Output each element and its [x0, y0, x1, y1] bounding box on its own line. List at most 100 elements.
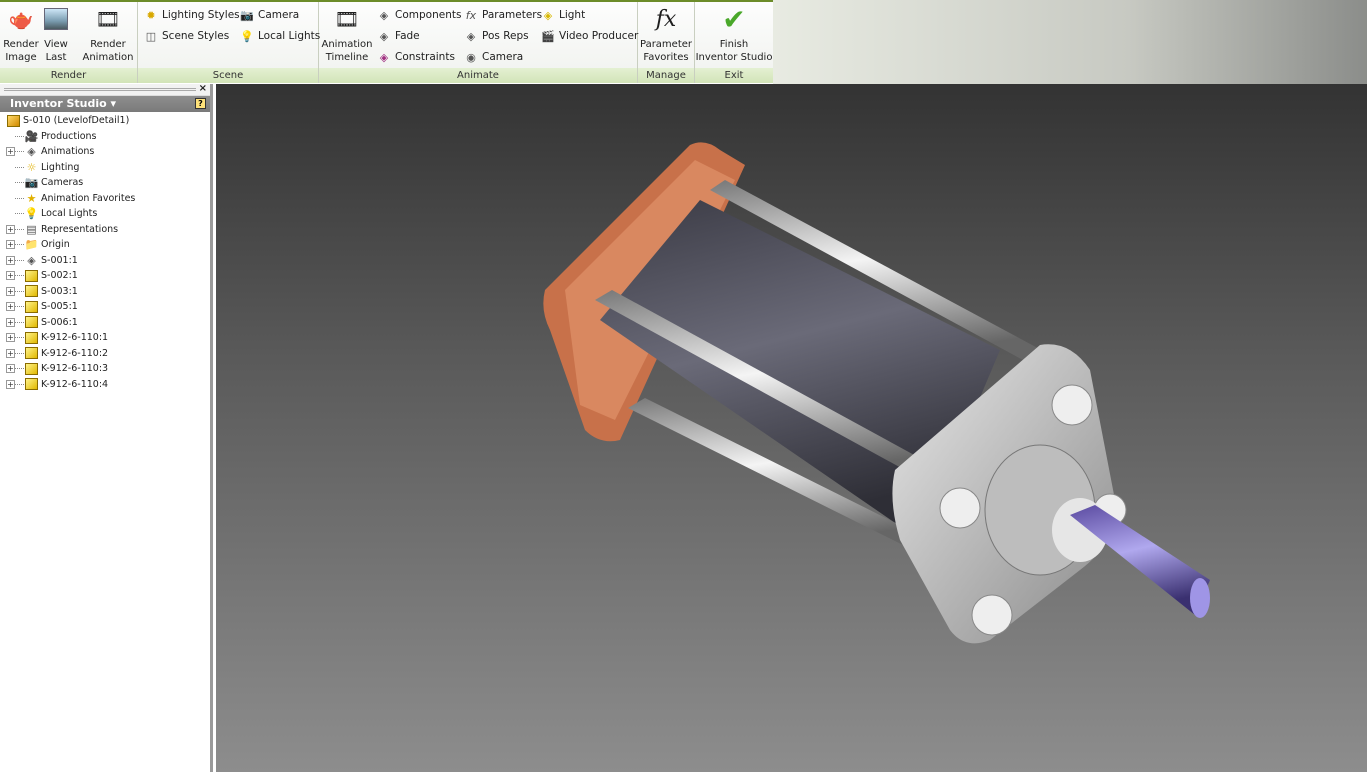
tree-item[interactable]: 📷 Cameras — [0, 175, 210, 191]
tree-item[interactable]: + K-912-6-110:4 — [0, 377, 210, 393]
subassembly-icon: ◈ — [27, 253, 36, 267]
tree-item[interactable]: + K-912-6-110:1 — [0, 330, 210, 346]
label: Render — [3, 39, 39, 50]
light-button[interactable]: ◈ Light — [541, 8, 585, 22]
animation-timeline-button[interactable]: 🎞 Animation Timeline — [321, 6, 373, 64]
part-icon — [24, 347, 39, 360]
label: Constraints — [395, 51, 455, 63]
components-button[interactable]: ◈ Components — [377, 8, 462, 22]
label: Fade — [395, 30, 420, 42]
animate-group-label: Animate — [319, 68, 637, 83]
label: Last — [45, 52, 67, 63]
pos-reps-button[interactable]: ◈ Pos Reps — [464, 29, 529, 43]
expand-icon[interactable]: + — [6, 364, 15, 374]
scene-group-label: Scene — [138, 68, 318, 83]
animations-icon: ◈ — [27, 145, 36, 159]
tree-item[interactable]: ★ Animation Favorites — [0, 191, 210, 207]
scene-camera-button[interactable]: 📷 Camera — [240, 8, 299, 22]
tree-item[interactable]: + S-002:1 — [0, 268, 210, 284]
expand-icon[interactable]: + — [6, 333, 15, 343]
components-icon: ◈ — [379, 8, 389, 22]
expand-icon[interactable]: + — [6, 348, 15, 358]
lighting-styles-button[interactable]: ✹ Lighting Styles — [144, 8, 240, 22]
help-icon[interactable]: ? — [195, 98, 206, 109]
tree-item[interactable]: 💡 Local Lights — [0, 206, 210, 222]
label: Animation — [82, 52, 134, 63]
label: Origin — [41, 239, 70, 251]
label: Local Lights — [258, 30, 321, 42]
tree-line — [15, 368, 24, 370]
label: S-006:1 — [41, 316, 78, 328]
part-icon — [24, 378, 39, 391]
render-image-button[interactable]: 🫖 Render Image — [3, 6, 39, 64]
label: Animations — [41, 146, 95, 158]
scene-styles-icon: ◫ — [145, 29, 157, 43]
label: Components — [395, 9, 462, 21]
parameter-favorites-button[interactable]: fx Parameter Favorites — [638, 6, 694, 64]
expand-icon[interactable]: + — [6, 271, 15, 281]
scene-styles-button[interactable]: ◫ Scene Styles — [144, 29, 229, 43]
render-animation-button[interactable]: 🎞 Render Animation — [80, 6, 136, 64]
piston-rod-bolt — [1070, 505, 1210, 618]
part-icon — [24, 300, 39, 313]
tree-item[interactable]: + 📁 Origin — [0, 237, 210, 253]
camera-icon: ◉ — [466, 50, 476, 64]
label: S-010 (LevelofDetail1) — [23, 115, 130, 127]
label: Image — [5, 52, 37, 63]
label: K-912-6-110:1 — [41, 332, 109, 344]
local-lights-button[interactable]: 💡 Local Lights — [240, 29, 320, 43]
tree-root[interactable]: S-010 (LevelofDetail1) — [0, 113, 210, 129]
tree-item[interactable]: + ▤ Representations — [0, 222, 210, 238]
part-icon — [24, 331, 39, 344]
image-magnifier-icon — [42, 6, 70, 32]
label: S-001:1 — [41, 254, 78, 266]
film-icon: 🎞 — [334, 6, 360, 31]
video-producer-button[interactable]: 🎬 Video Producer — [541, 29, 638, 43]
finish-inventor-studio-button[interactable]: ✔ Finish Inventor Studio — [695, 5, 773, 64]
tree-item[interactable]: + ◈ S-001:1 — [0, 253, 210, 269]
tree-item[interactable]: 🎥 Productions — [0, 129, 210, 145]
tree-item[interactable]: + K-912-6-110:2 — [0, 346, 210, 362]
expand-icon[interactable]: + — [6, 224, 15, 234]
animate-camera-button[interactable]: ◉ Camera — [464, 50, 523, 64]
tree-item[interactable]: + K-912-6-110:3 — [0, 361, 210, 377]
expand-icon[interactable]: + — [6, 147, 15, 157]
productions-icon: 🎥 — [24, 129, 39, 143]
3d-viewport[interactable] — [216, 84, 1367, 772]
tree-item[interactable]: ☼ Lighting — [0, 160, 210, 176]
manage-group: fx Parameter Favorites Manage — [638, 2, 695, 83]
close-icon[interactable]: × — [199, 83, 207, 94]
view-last-button[interactable]: View Last — [40, 6, 72, 64]
label: Lighting Styles — [162, 9, 240, 21]
label: S-005:1 — [41, 301, 78, 313]
tree-item[interactable]: + S-006:1 — [0, 315, 210, 331]
tree-line — [15, 151, 24, 153]
label: Video Producer — [559, 30, 639, 42]
expand-icon[interactable]: + — [6, 255, 15, 265]
tree-item[interactable]: + S-003:1 — [0, 284, 210, 300]
render-group: 🫖 Render Image View Last 🎞 Render Animation… — [0, 2, 138, 83]
browser-panel: × Inventor Studio ▾? S-010 (LevelofDetai… — [0, 83, 213, 772]
tree-item[interactable]: + ◈ Animations — [0, 144, 210, 160]
clapboard-icon: 🎬 — [541, 29, 555, 43]
expand-icon[interactable]: + — [6, 286, 15, 296]
label: Animation — [321, 39, 373, 50]
label: Camera — [258, 9, 300, 21]
tree-item[interactable]: + S-005:1 — [0, 299, 210, 315]
tree-line — [15, 197, 24, 199]
panel-title[interactable]: Inventor Studio ▾? — [0, 96, 210, 112]
expand-icon[interactable]: + — [6, 240, 15, 250]
tree-line — [15, 166, 24, 168]
assembly-icon — [6, 114, 21, 127]
expand-icon[interactable]: + — [6, 317, 15, 327]
constraints-button[interactable]: ◈ Constraints — [377, 50, 455, 64]
pos-reps-icon: ◈ — [466, 29, 476, 43]
expand-icon[interactable]: + — [6, 379, 15, 389]
expand-icon[interactable]: + — [6, 302, 15, 312]
label: Parameter — [639, 39, 693, 50]
parameters-button[interactable]: fx Parameters — [464, 8, 542, 22]
tree-line — [15, 259, 24, 261]
fx-icon: fx — [655, 6, 677, 32]
panel-grip[interactable]: × — [0, 83, 210, 96]
fade-button[interactable]: ◈ Fade — [377, 29, 420, 43]
